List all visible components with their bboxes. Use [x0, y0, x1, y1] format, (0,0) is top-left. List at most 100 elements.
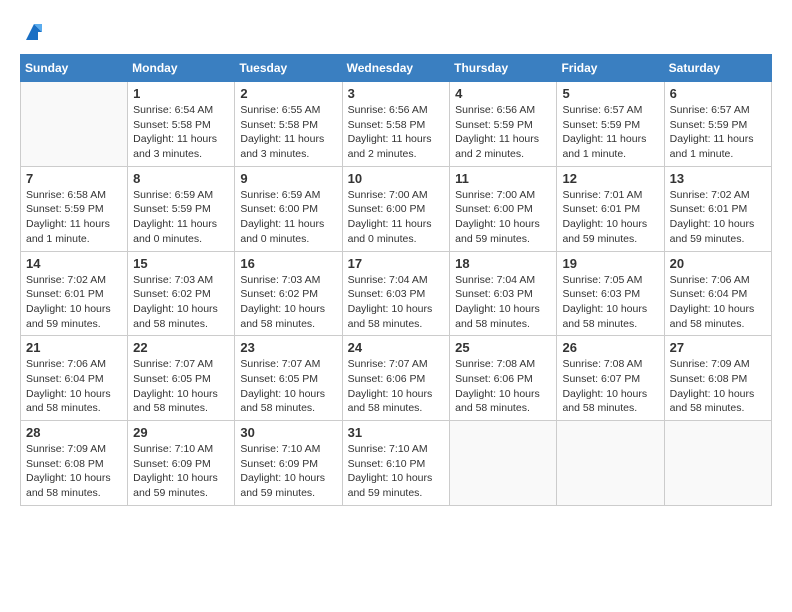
day-cell: [664, 421, 771, 506]
day-info: Sunrise: 6:54 AMSunset: 5:58 PMDaylight:…: [133, 103, 229, 162]
day-info: Sunrise: 7:02 AMSunset: 6:01 PMDaylight:…: [670, 188, 766, 247]
day-info: Sunrise: 7:04 AMSunset: 6:03 PMDaylight:…: [348, 273, 445, 332]
col-header-friday: Friday: [557, 55, 664, 82]
day-info: Sunrise: 6:59 AMSunset: 5:59 PMDaylight:…: [133, 188, 229, 247]
day-cell: 1 Sunrise: 6:54 AMSunset: 5:58 PMDaylight…: [128, 82, 235, 167]
day-info: Sunrise: 7:00 AMSunset: 6:00 PMDaylight:…: [348, 188, 445, 247]
day-info: Sunrise: 6:57 AMSunset: 5:59 PMDaylight:…: [670, 103, 766, 162]
day-info: Sunrise: 7:09 AMSunset: 6:08 PMDaylight:…: [26, 442, 122, 501]
page-header: [20, 20, 772, 44]
day-cell: 6 Sunrise: 6:57 AMSunset: 5:59 PMDaylight…: [664, 82, 771, 167]
logo-icon: [22, 20, 46, 44]
day-cell: 31Sunrise: 7:10 AMSunset: 6:10 PMDayligh…: [342, 421, 450, 506]
day-cell: 15 Sunrise: 7:03 AMSunset: 6:02 PMDayligh…: [128, 251, 235, 336]
day-number: 30: [240, 425, 336, 440]
day-cell: 3 Sunrise: 6:56 AMSunset: 5:58 PMDaylight…: [342, 82, 450, 167]
day-cell: 27 Sunrise: 7:09 AMSunset: 6:08 PMDayligh…: [664, 336, 771, 421]
day-number: 24: [348, 340, 445, 355]
day-cell: 29 Sunrise: 7:10 AMSunset: 6:09 PMDayligh…: [128, 421, 235, 506]
col-header-sunday: Sunday: [21, 55, 128, 82]
week-row-1: 1 Sunrise: 6:54 AMSunset: 5:58 PMDaylight…: [21, 82, 772, 167]
day-cell: 8Sunrise: 6:59 AMSunset: 5:59 PMDaylight…: [128, 166, 235, 251]
col-header-tuesday: Tuesday: [235, 55, 342, 82]
day-cell: 24 Sunrise: 7:07 AMSunset: 6:06 PMDayligh…: [342, 336, 450, 421]
day-number: 4: [455, 86, 551, 101]
day-number: 27: [670, 340, 766, 355]
day-info: Sunrise: 7:03 AMSunset: 6:02 PMDaylight:…: [240, 273, 336, 332]
day-info: Sunrise: 7:07 AMSunset: 6:05 PMDaylight:…: [133, 357, 229, 416]
day-cell: 19Sunrise: 7:05 AMSunset: 6:03 PMDayligh…: [557, 251, 664, 336]
day-info: Sunrise: 7:03 AMSunset: 6:02 PMDaylight:…: [133, 273, 229, 332]
day-number: 25: [455, 340, 551, 355]
day-number: 10: [348, 171, 445, 186]
week-row-5: 28 Sunrise: 7:09 AMSunset: 6:08 PMDayligh…: [21, 421, 772, 506]
day-number: 23: [240, 340, 336, 355]
day-number: 31: [348, 425, 445, 440]
day-info: Sunrise: 6:56 AMSunset: 5:59 PMDaylight:…: [455, 103, 551, 162]
week-row-4: 21Sunrise: 7:06 AMSunset: 6:04 PMDayligh…: [21, 336, 772, 421]
day-cell: 13 Sunrise: 7:02 AMSunset: 6:01 PMDayligh…: [664, 166, 771, 251]
day-cell: 18 Sunrise: 7:04 AMSunset: 6:03 PMDayligh…: [450, 251, 557, 336]
day-cell: 23 Sunrise: 7:07 AMSunset: 6:05 PMDayligh…: [235, 336, 342, 421]
day-cell: 7Sunrise: 6:58 AMSunset: 5:59 PMDaylight…: [21, 166, 128, 251]
day-number: 13: [670, 171, 766, 186]
day-number: 16: [240, 256, 336, 271]
day-cell: [557, 421, 664, 506]
day-info: Sunrise: 7:05 AMSunset: 6:03 PMDaylight:…: [562, 273, 658, 332]
day-cell: 21Sunrise: 7:06 AMSunset: 6:04 PMDayligh…: [21, 336, 128, 421]
day-cell: [21, 82, 128, 167]
day-info: Sunrise: 6:55 AMSunset: 5:58 PMDaylight:…: [240, 103, 336, 162]
day-cell: 11 Sunrise: 7:00 AMSunset: 6:00 PMDayligh…: [450, 166, 557, 251]
day-cell: 25 Sunrise: 7:08 AMSunset: 6:06 PMDayligh…: [450, 336, 557, 421]
day-number: 3: [348, 86, 445, 101]
day-cell: [450, 421, 557, 506]
day-number: 18: [455, 256, 551, 271]
day-info: Sunrise: 7:04 AMSunset: 6:03 PMDaylight:…: [455, 273, 551, 332]
day-number: 11: [455, 171, 551, 186]
day-info: Sunrise: 7:08 AMSunset: 6:06 PMDaylight:…: [455, 357, 551, 416]
day-info: Sunrise: 7:06 AMSunset: 6:04 PMDaylight:…: [26, 357, 122, 416]
day-info: Sunrise: 7:01 AMSunset: 6:01 PMDaylight:…: [562, 188, 658, 247]
week-row-2: 7Sunrise: 6:58 AMSunset: 5:59 PMDaylight…: [21, 166, 772, 251]
day-number: 5: [562, 86, 658, 101]
day-number: 15: [133, 256, 229, 271]
day-info: Sunrise: 7:08 AMSunset: 6:07 PMDaylight:…: [562, 357, 658, 416]
col-header-monday: Monday: [128, 55, 235, 82]
day-cell: 20 Sunrise: 7:06 AMSunset: 6:04 PMDayligh…: [664, 251, 771, 336]
day-number: 6: [670, 86, 766, 101]
day-info: Sunrise: 7:10 AMSunset: 6:09 PMDaylight:…: [133, 442, 229, 501]
day-number: 1: [133, 86, 229, 101]
day-number: 2: [240, 86, 336, 101]
day-info: Sunrise: 7:06 AMSunset: 6:04 PMDaylight:…: [670, 273, 766, 332]
day-cell: 22 Sunrise: 7:07 AMSunset: 6:05 PMDayligh…: [128, 336, 235, 421]
calendar-header-row: SundayMondayTuesdayWednesdayThursdayFrid…: [21, 55, 772, 82]
logo: [20, 20, 46, 44]
day-number: 9: [240, 171, 336, 186]
day-cell: 26Sunrise: 7:08 AMSunset: 6:07 PMDayligh…: [557, 336, 664, 421]
day-cell: 14Sunrise: 7:02 AMSunset: 6:01 PMDayligh…: [21, 251, 128, 336]
day-cell: 28 Sunrise: 7:09 AMSunset: 6:08 PMDayligh…: [21, 421, 128, 506]
day-info: Sunrise: 7:10 AMSunset: 6:09 PMDaylight:…: [240, 442, 336, 501]
day-info: Sunrise: 7:07 AMSunset: 6:05 PMDaylight:…: [240, 357, 336, 416]
day-number: 28: [26, 425, 122, 440]
day-number: 20: [670, 256, 766, 271]
day-info: Sunrise: 6:59 AMSunset: 6:00 PMDaylight:…: [240, 188, 336, 247]
day-info: Sunrise: 7:07 AMSunset: 6:06 PMDaylight:…: [348, 357, 445, 416]
day-cell: 30 Sunrise: 7:10 AMSunset: 6:09 PMDayligh…: [235, 421, 342, 506]
day-info: Sunrise: 7:09 AMSunset: 6:08 PMDaylight:…: [670, 357, 766, 416]
day-number: 22: [133, 340, 229, 355]
day-cell: 4 Sunrise: 6:56 AMSunset: 5:59 PMDaylight…: [450, 82, 557, 167]
day-cell: 12 Sunrise: 7:01 AMSunset: 6:01 PMDayligh…: [557, 166, 664, 251]
col-header-wednesday: Wednesday: [342, 55, 450, 82]
week-row-3: 14Sunrise: 7:02 AMSunset: 6:01 PMDayligh…: [21, 251, 772, 336]
day-info: Sunrise: 6:56 AMSunset: 5:58 PMDaylight:…: [348, 103, 445, 162]
day-cell: 5 Sunrise: 6:57 AMSunset: 5:59 PMDaylight…: [557, 82, 664, 167]
day-number: 7: [26, 171, 122, 186]
day-info: Sunrise: 7:00 AMSunset: 6:00 PMDaylight:…: [455, 188, 551, 247]
day-number: 29: [133, 425, 229, 440]
day-number: 12: [562, 171, 658, 186]
day-info: Sunrise: 6:57 AMSunset: 5:59 PMDaylight:…: [562, 103, 658, 162]
day-number: 14: [26, 256, 122, 271]
day-cell: 10 Sunrise: 7:00 AMSunset: 6:00 PMDayligh…: [342, 166, 450, 251]
col-header-thursday: Thursday: [450, 55, 557, 82]
